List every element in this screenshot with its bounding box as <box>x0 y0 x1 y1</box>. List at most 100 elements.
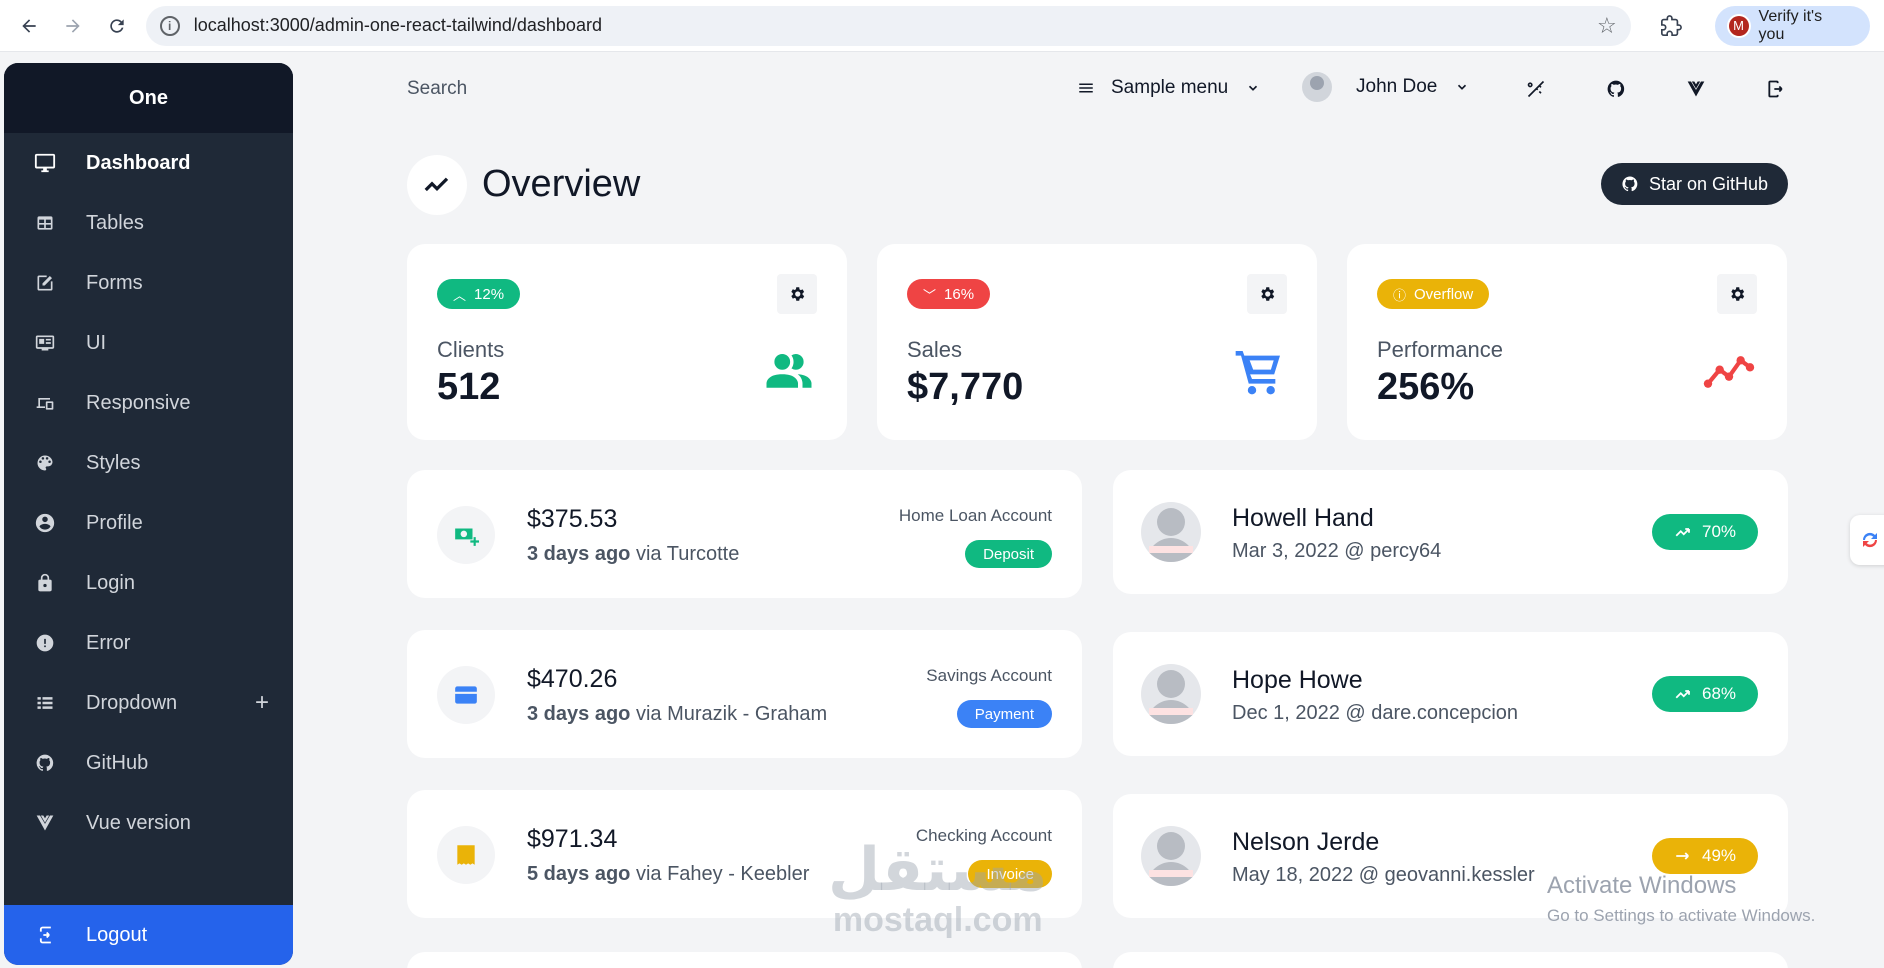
sidebar-item-ui[interactable]: UI <box>4 313 293 373</box>
palette-icon <box>32 450 58 476</box>
transaction-date: 3 days ago <box>527 543 631 565</box>
stat-label: Performance <box>1377 337 1503 362</box>
chevron-down-icon <box>1249 85 1258 91</box>
cart-icon <box>1231 344 1287 400</box>
logout-label: Logout <box>86 923 148 946</box>
credit-card-icon <box>437 666 495 724</box>
edit-square-icon <box>32 270 58 296</box>
trend-badge: ⓘ Overflow <box>1377 279 1490 309</box>
chart-trending-icon <box>407 155 467 215</box>
forward-icon[interactable] <box>58 11 88 41</box>
sidebar-item-profile[interactable]: Profile <box>4 493 293 553</box>
star-on-github-button[interactable]: Star on GitHub <box>1601 163 1788 205</box>
account-circle-icon <box>32 510 58 536</box>
card-settings-button[interactable] <box>1247 274 1287 314</box>
card-settings-button[interactable] <box>1717 274 1757 314</box>
gear-icon <box>1261 287 1275 301</box>
trend-badge: ﹀ 16% <box>907 279 991 309</box>
extensions-icon[interactable] <box>1653 8 1689 44</box>
site-info-icon[interactable]: i <box>159 15 180 36</box>
watermark-latin: mostaql.com <box>832 901 1043 939</box>
theme-toggle-icon[interactable] <box>1523 76 1549 102</box>
sidebar-item-forms[interactable]: Forms <box>4 253 293 313</box>
page-title: Overview <box>482 163 641 205</box>
sidebar-item-vue-version[interactable]: Vue version <box>4 793 293 853</box>
alert-circle-icon <box>32 630 58 656</box>
sidebar: One Dashboard Tables Forms UI Responsive… <box>4 63 293 965</box>
vue-icon[interactable] <box>1683 76 1709 102</box>
browser-toolbar: i localhost:3000/admin-one-react-tailwin… <box>0 0 1884 52</box>
client-card[interactable]: Hope Howe Dec 1, 2022 @ dare.concepcion … <box>1113 632 1788 756</box>
trending-up-icon <box>1675 690 1690 699</box>
cash-plus-icon <box>437 506 495 564</box>
top-navbar: Sample menu John Doe <box>293 52 1884 127</box>
client-card <box>1113 952 1788 968</box>
bookmark-star-icon[interactable]: ☆ <box>1597 13 1617 39</box>
sidebar-item-label: Vue version <box>86 811 191 834</box>
activate-line-2: Go to Settings to activate Windows. <box>1547 906 1816 925</box>
user-avatar <box>1302 72 1332 102</box>
receipt-icon <box>437 826 495 884</box>
stat-card-sales: ﹀ 16% Sales $7,770 <box>877 244 1317 440</box>
transaction-amount: $470.26 <box>527 665 618 693</box>
responsive-icon <box>32 390 58 416</box>
sample-menu-label: Sample menu <box>1111 77 1229 98</box>
client-trend-value: 68% <box>1701 684 1737 703</box>
client-card[interactable]: Howell Hand Mar 3, 2022 @ percy64 70% <box>1113 470 1788 594</box>
trending-up-icon <box>1675 528 1690 537</box>
client-meta: May 18, 2022 @ geovanni.kessler <box>1232 864 1535 886</box>
chevron-down-icon <box>1458 84 1467 90</box>
user-menu-dropdown[interactable]: John Doe <box>1302 72 1469 102</box>
stat-value: 512 <box>437 366 501 408</box>
card-settings-button[interactable] <box>777 274 817 314</box>
avatar <box>1141 826 1201 886</box>
user-name: John Doe <box>1356 76 1438 97</box>
sidebar-item-github[interactable]: GitHub <box>4 733 293 793</box>
activate-windows-notice: Activate Windows Go to Settings to activ… <box>1547 872 1815 926</box>
back-icon[interactable] <box>14 11 44 41</box>
github-icon[interactable] <box>1603 76 1629 102</box>
avatar <box>1141 502 1201 562</box>
address-bar[interactable]: i localhost:3000/admin-one-react-tailwin… <box>145 5 1631 46</box>
alert-circle-outline-icon: ⓘ <box>1393 287 1407 303</box>
sidebar-item-label: Dashboard <box>86 151 191 174</box>
activate-line-1: Activate Windows <box>1547 872 1737 899</box>
translate-widget-icon[interactable] <box>1850 515 1884 565</box>
badge-label: 16% <box>944 285 975 303</box>
sidebar-item-styles[interactable]: Styles <box>4 433 293 493</box>
sidebar-item-dashboard[interactable]: Dashboard <box>4 133 293 193</box>
chevron-up-icon: ︿ <box>453 287 467 303</box>
sidebar-item-error[interactable]: Error <box>4 613 293 673</box>
search-input[interactable] <box>407 78 707 100</box>
sidebar-item-dropdown[interactable]: Dropdown + <box>4 673 293 733</box>
stat-value: 256% <box>1377 366 1475 408</box>
sidebar-item-tables[interactable]: Tables <box>4 193 293 253</box>
client-name: Howell Hand <box>1232 504 1374 532</box>
client-trend-pill: 70% <box>1652 514 1758 550</box>
client-meta: Dec 1, 2022 @ dare.concepcion <box>1232 702 1519 724</box>
sample-menu-dropdown[interactable]: Sample menu <box>1077 77 1260 99</box>
sidebar-item-responsive[interactable]: Responsive <box>4 373 293 433</box>
transaction-card[interactable]: $470.26 3 days ago via Murazik - Graham … <box>407 630 1082 758</box>
transaction-subtitle: 5 days ago via Fahey - Keebler <box>527 863 809 886</box>
transaction-account: Home Loan Account <box>898 506 1052 525</box>
transaction-subtitle: 3 days ago via Murazik - Graham <box>527 703 827 726</box>
profile-verify-button[interactable]: M Verify it's you <box>1714 5 1870 46</box>
badge-label: Overflow <box>1414 285 1474 303</box>
monitor-icon <box>32 150 58 176</box>
expand-plus-icon[interactable]: + <box>255 689 269 717</box>
tv-guide-icon <box>32 330 58 356</box>
table-icon <box>32 210 58 236</box>
logout-icon[interactable] <box>1763 76 1789 102</box>
transaction-card[interactable]: $375.53 3 days ago via Turcotte Home Loa… <box>407 470 1082 598</box>
profile-avatar: M <box>1726 13 1751 38</box>
sidebar-logout-button[interactable]: Logout <box>4 905 293 965</box>
sidebar-item-login[interactable]: Login <box>4 553 293 613</box>
stat-card-clients: ︿ 12% Clients 512 <box>407 244 847 440</box>
sidebar-brand[interactable]: One <box>4 63 293 133</box>
sidebar-item-label: UI <box>86 331 106 354</box>
transaction-business: via Murazik - Graham <box>635 703 828 725</box>
reload-icon[interactable] <box>102 11 132 41</box>
client-meta: Mar 3, 2022 @ percy64 <box>1232 540 1442 562</box>
sidebar-item-label: Forms <box>86 271 143 294</box>
